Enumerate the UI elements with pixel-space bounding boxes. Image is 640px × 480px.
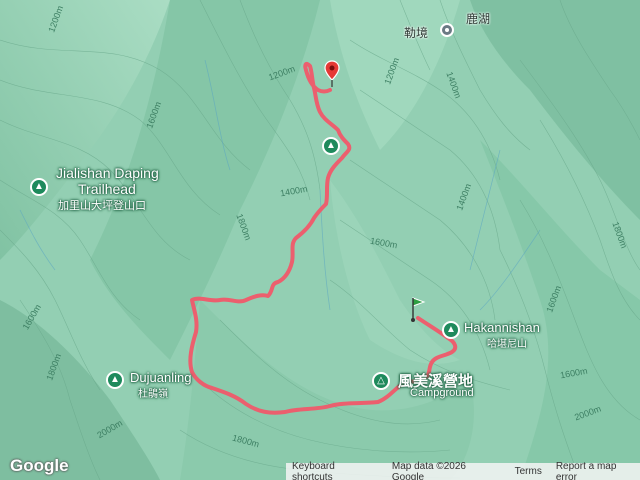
hiker-icon[interactable]: ▲: [322, 137, 340, 155]
poi-label-campground-en[interactable]: Campground: [410, 387, 474, 399]
poi-label-dujuanling-zh[interactable]: 杜鵑嶺: [138, 385, 168, 400]
terrain-layer: [0, 0, 640, 480]
hiker-icon[interactable]: ▲: [106, 371, 124, 389]
poi-label-jialishan-1[interactable]: Jialishan Daping: [56, 165, 159, 181]
place-label-luhu: 鹿湖: [466, 12, 491, 26]
terms-link[interactable]: Terms: [515, 466, 542, 477]
hiker-icon[interactable]: ▲: [442, 321, 460, 339]
google-logo: Google: [10, 456, 69, 475]
poi-label-jialishan-2[interactable]: Trailhead: [78, 181, 136, 197]
poi-label-dujuanling[interactable]: Dujuanling: [130, 370, 191, 385]
report-error-link[interactable]: Report a map error: [556, 461, 640, 480]
end-marker-icon[interactable]: [324, 60, 340, 88]
city-icon[interactable]: [440, 23, 454, 37]
poi-label-jialishan-zh[interactable]: 加里山大坪登山口: [58, 197, 146, 213]
place-label-lujing: 勒境: [404, 26, 429, 40]
map-canvas[interactable]: 1200m 1200m 1400m 1600m 1400m 1600m 1800…: [0, 0, 640, 480]
poi-label-hakannishan[interactable]: Hakannishan: [464, 320, 540, 335]
keyboard-shortcuts-link[interactable]: Keyboard shortcuts: [292, 461, 378, 480]
map-data-attribution: Map data ©2026 Google: [391, 460, 466, 480]
hiker-icon[interactable]: ▲: [30, 178, 48, 196]
poi-label-hakannishan-zh[interactable]: 哈堪尼山: [487, 335, 527, 350]
map-footer: Keyboard shortcuts Map data ©2026 Google…: [286, 460, 640, 480]
start-marker-icon[interactable]: [410, 296, 426, 324]
campsite-icon[interactable]: △: [372, 372, 390, 390]
